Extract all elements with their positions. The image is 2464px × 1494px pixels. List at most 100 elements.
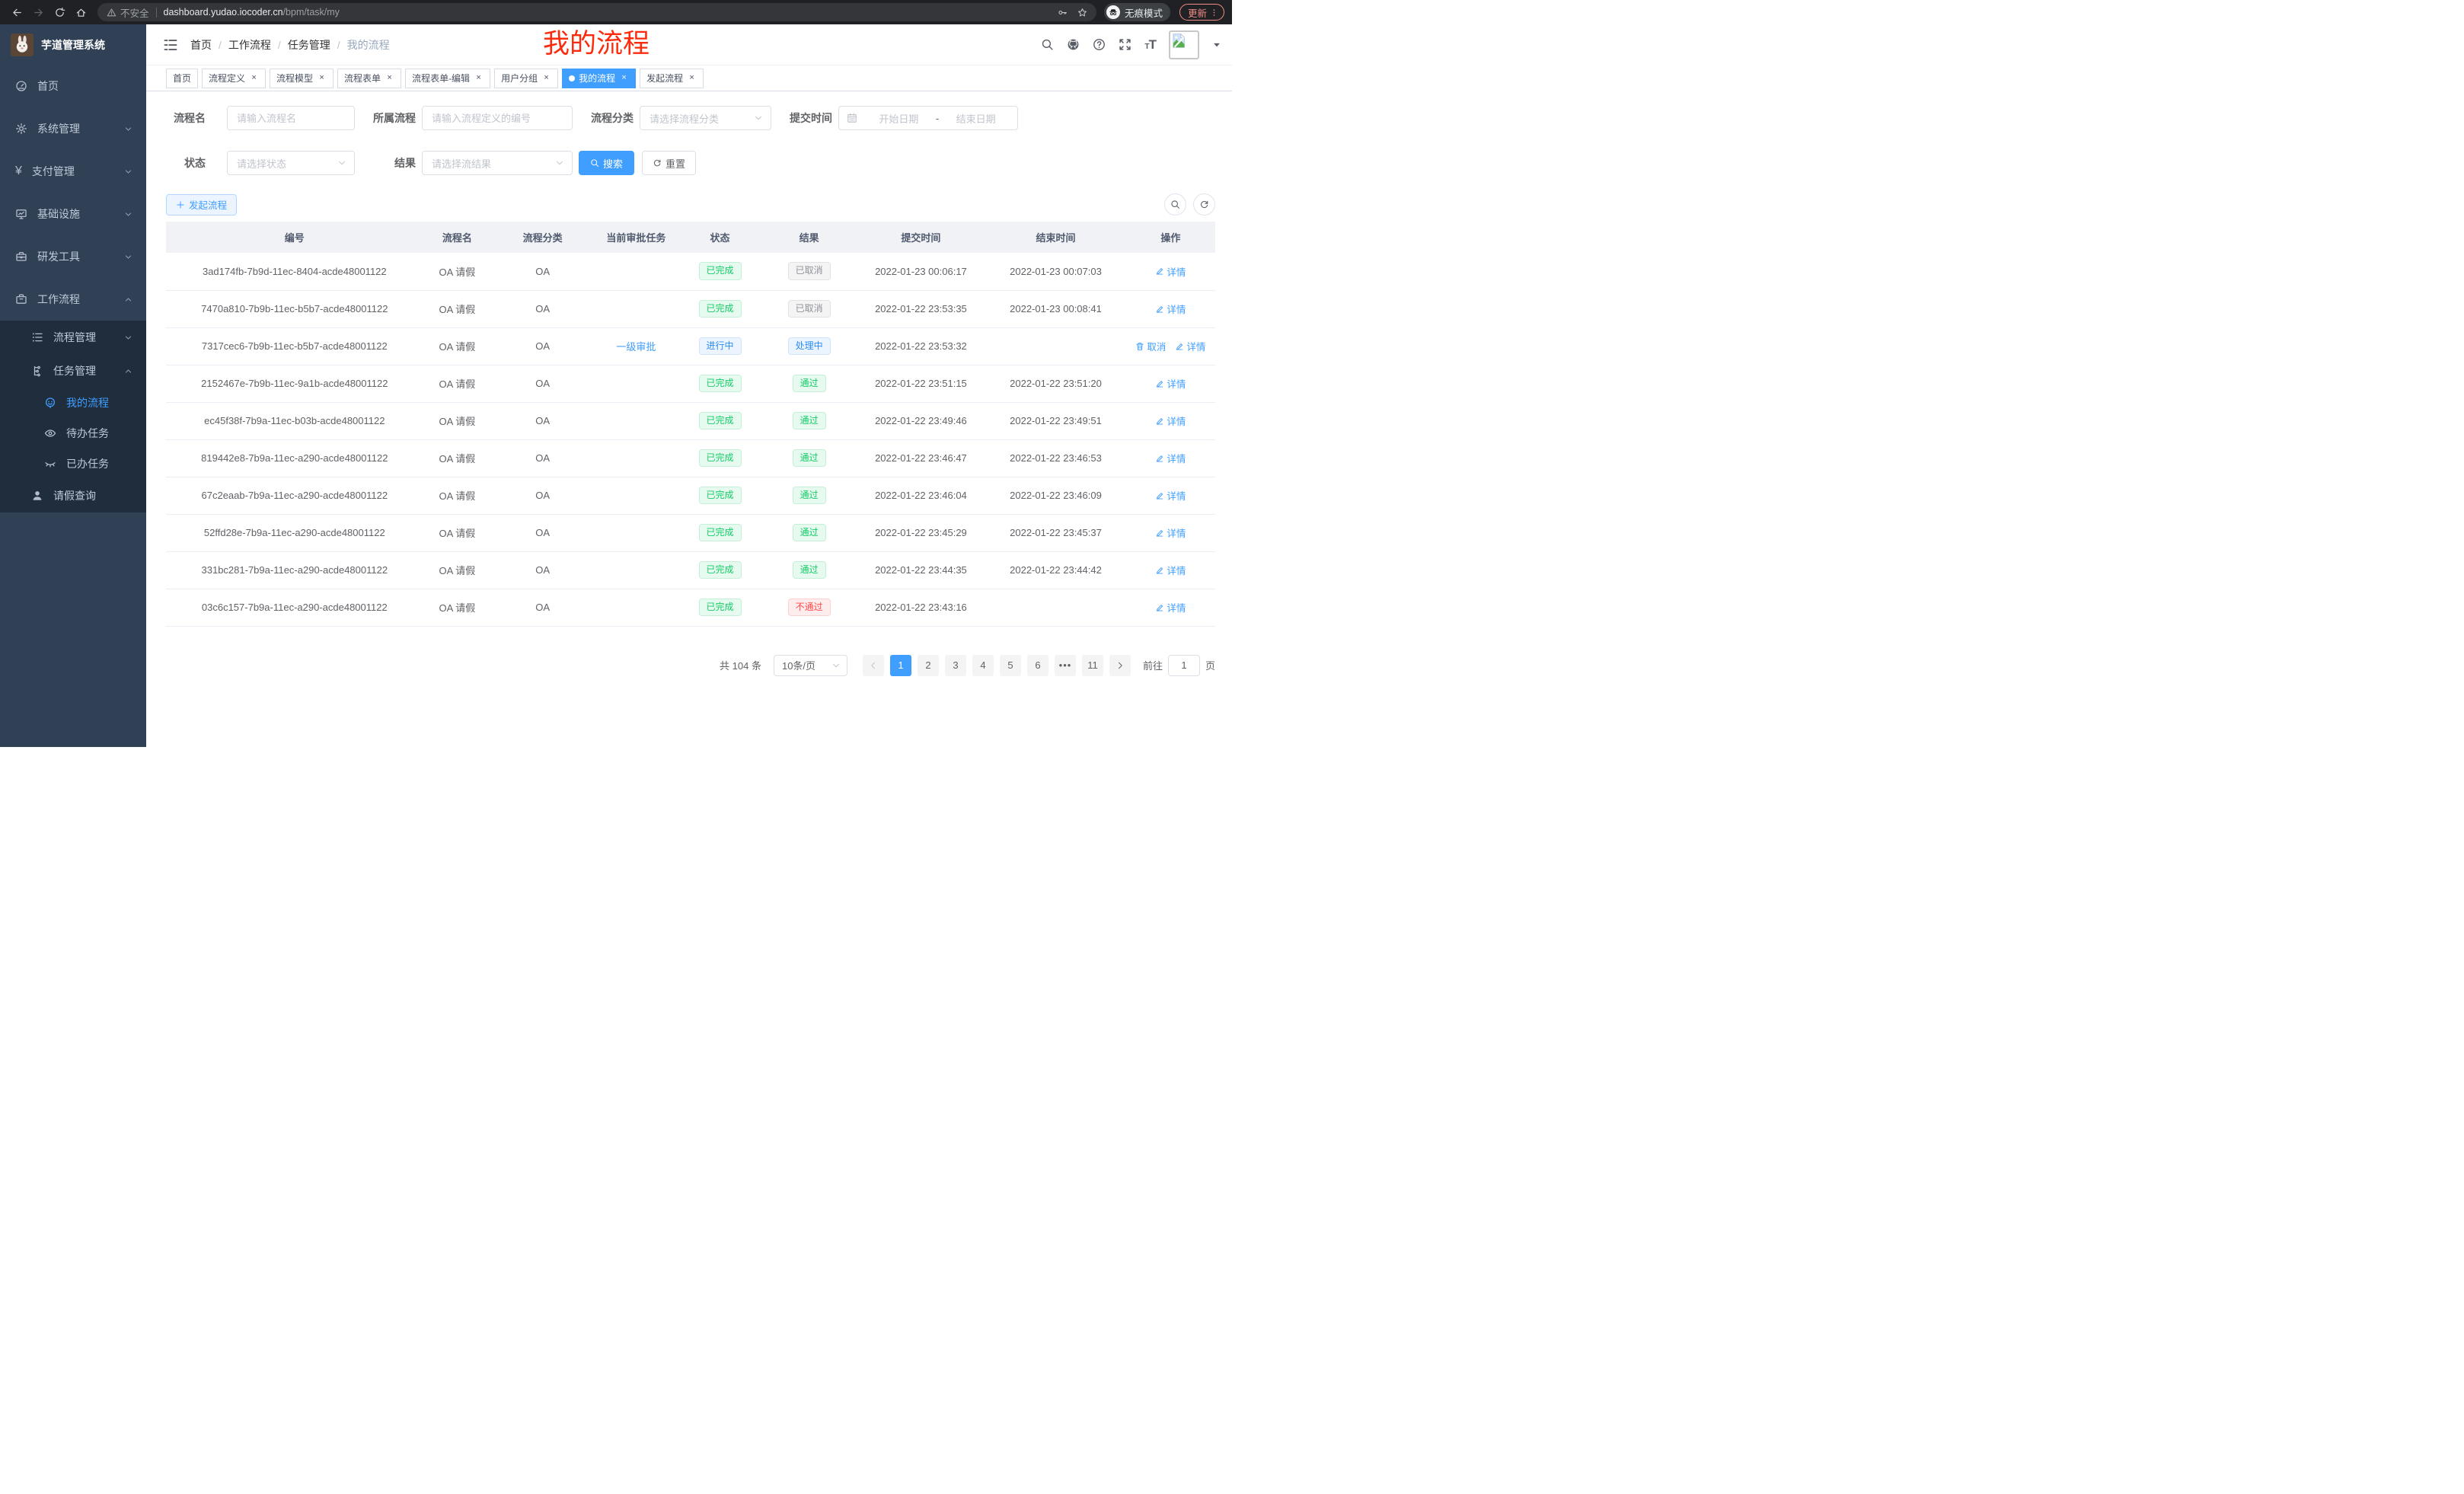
- tab-home[interactable]: 首页: [166, 69, 198, 88]
- tab-process-definition[interactable]: 流程定义×: [202, 69, 266, 88]
- sidebar-item-process-mgmt[interactable]: 流程管理: [0, 321, 146, 354]
- cell-result: 通过: [762, 477, 857, 514]
- page-ellipsis[interactable]: •••: [1055, 655, 1076, 676]
- app-logo[interactable]: 芋道管理系统: [0, 24, 146, 65]
- detail-action-link[interactable]: 详情: [1155, 525, 1186, 540]
- page-size-select[interactable]: 10条/页: [774, 655, 847, 676]
- address-bar[interactable]: 不安全 dashboard.yudao.iocoder.cn/bpm/task/…: [97, 3, 1096, 21]
- sidebar-item-leave-query[interactable]: 请假查询: [0, 479, 146, 512]
- detail-action-link[interactable]: 详情: [1155, 563, 1186, 577]
- status-badge: 已完成: [699, 524, 742, 542]
- detail-action-link[interactable]: 详情: [1155, 302, 1186, 316]
- create-process-button[interactable]: 发起流程: [166, 194, 237, 215]
- breadcrumb-item-workflow[interactable]: 工作流程: [228, 37, 271, 53]
- sidebar-item-dev-tools[interactable]: 研发工具: [0, 235, 146, 278]
- tab-close-icon[interactable]: ×: [687, 73, 697, 83]
- category-select[interactable]: 请选择流程分类: [640, 106, 771, 130]
- page-button-2[interactable]: 2: [918, 655, 939, 676]
- cell-status: 已完成: [678, 365, 761, 402]
- chevron-down-icon: [124, 168, 132, 176]
- avatar-caret-icon[interactable]: [1212, 40, 1221, 49]
- page-button-4[interactable]: 4: [972, 655, 994, 676]
- url-host: dashboard.yudao.iocoder.cn: [164, 7, 283, 18]
- github-icon[interactable]: [1067, 38, 1080, 51]
- search-button[interactable]: 搜索: [579, 151, 634, 175]
- detail-action-link[interactable]: 详情: [1155, 413, 1186, 428]
- sidebar-item-infrastructure[interactable]: 基础设施: [0, 193, 146, 235]
- tab-process-form-edit[interactable]: 流程表单-编辑×: [405, 69, 490, 88]
- tab-user-group[interactable]: 用户分组×: [494, 69, 558, 88]
- detail-action-link[interactable]: 详情: [1155, 264, 1186, 279]
- cell-actions: 详情: [1126, 290, 1215, 327]
- sidebar-item-task-mgmt[interactable]: 任务管理: [0, 354, 146, 388]
- browser-update-button[interactable]: 更新: [1179, 4, 1224, 21]
- cell-process-id: 7470a810-7b9b-11ec-b5b7-acde48001122: [166, 290, 423, 327]
- page-button-11[interactable]: 11: [1082, 655, 1103, 676]
- sidebar-item-done-tasks[interactable]: 已办任务: [0, 449, 146, 479]
- breadcrumb-item-home[interactable]: 首页: [190, 37, 212, 53]
- status-select[interactable]: 请选择状态: [227, 151, 355, 175]
- breadcrumb-separator: /: [337, 39, 340, 51]
- tab-process-form[interactable]: 流程表单×: [337, 69, 401, 88]
- sidebar-item-system[interactable]: 系统管理: [0, 107, 146, 150]
- browser-menu-dots-icon[interactable]: [1210, 8, 1218, 17]
- tab-close-icon[interactable]: ×: [317, 73, 327, 83]
- tab-label: 首页: [173, 72, 191, 85]
- tab-close-icon[interactable]: ×: [619, 73, 629, 83]
- sidebar-item-todo-tasks[interactable]: 待办任务: [0, 418, 146, 449]
- detail-action-link[interactable]: 详情: [1155, 451, 1186, 465]
- tab-close-icon[interactable]: ×: [474, 73, 484, 83]
- cell-status: 已完成: [678, 589, 761, 626]
- sidebar-toggle-icon[interactable]: [163, 37, 178, 53]
- prev-page-button[interactable]: [863, 655, 884, 676]
- goto-page-input[interactable]: [1168, 655, 1200, 676]
- reset-button[interactable]: 重置: [642, 151, 696, 175]
- sidebar-item-my-process[interactable]: 我的流程: [0, 388, 146, 418]
- browser-home-icon[interactable]: [72, 3, 90, 21]
- bookmark-star-icon[interactable]: [1077, 8, 1087, 18]
- cell-process-id: 52ffd28e-7b9a-11ec-a290-acde48001122: [166, 514, 423, 551]
- page-button-6[interactable]: 6: [1027, 655, 1048, 676]
- cell-process-name: OA 请假: [423, 551, 492, 589]
- goto-label: 前往: [1143, 658, 1163, 672]
- detail-action-link[interactable]: 详情: [1155, 488, 1186, 503]
- cancel-action-link[interactable]: 取消: [1135, 339, 1166, 353]
- result-select[interactable]: 请选择流结果: [422, 151, 573, 175]
- help-icon[interactable]: [1093, 38, 1106, 51]
- parent-process-input[interactable]: [422, 106, 573, 130]
- tab-start-process[interactable]: 发起流程×: [640, 69, 704, 88]
- tab-process-model[interactable]: 流程模型×: [270, 69, 334, 88]
- detail-action-link[interactable]: 详情: [1155, 376, 1186, 391]
- browser-reload-icon[interactable]: [50, 3, 69, 21]
- cell-result: 通过: [762, 439, 857, 477]
- table-search-button[interactable]: [1164, 193, 1186, 215]
- tab-close-icon[interactable]: ×: [249, 73, 259, 83]
- sidebar-item-home[interactable]: 首页: [0, 65, 146, 107]
- next-page-button[interactable]: [1109, 655, 1131, 676]
- tab-my-process[interactable]: 我的流程×: [562, 69, 636, 88]
- browser-forward-icon[interactable]: [29, 3, 47, 21]
- page-button-1[interactable]: 1: [890, 655, 911, 676]
- table-refresh-button[interactable]: [1193, 193, 1215, 215]
- font-size-icon[interactable]: TT: [1144, 38, 1156, 51]
- date-range-separator: -: [936, 113, 939, 124]
- sidebar-item-workflow[interactable]: 工作流程: [0, 278, 146, 321]
- breadcrumb-item-task-mgmt[interactable]: 任务管理: [288, 37, 330, 53]
- sidebar-item-payment[interactable]: ¥支付管理: [0, 150, 146, 193]
- current-task-link[interactable]: 一级审批: [616, 341, 656, 353]
- detail-action-link[interactable]: 详情: [1155, 600, 1186, 615]
- process-name-input[interactable]: [227, 106, 355, 130]
- submit-time-range-picker[interactable]: 开始日期 - 结束日期: [838, 106, 1018, 130]
- tab-close-icon[interactable]: ×: [385, 73, 394, 83]
- fullscreen-icon[interactable]: [1119, 38, 1131, 51]
- search-icon[interactable]: [1041, 38, 1054, 51]
- cell-process-id: 3ad174fb-7b9d-11ec-8404-acde48001122: [166, 253, 423, 290]
- detail-action-link[interactable]: 详情: [1175, 339, 1205, 353]
- page-button-5[interactable]: 5: [1000, 655, 1021, 676]
- page-button-3[interactable]: 3: [945, 655, 966, 676]
- browser-back-icon[interactable]: [8, 3, 26, 21]
- avatar[interactable]: [1169, 30, 1199, 59]
- tab-close-icon[interactable]: ×: [541, 73, 551, 83]
- column-header: 提交时间: [857, 222, 985, 253]
- password-key-icon[interactable]: [1058, 8, 1068, 18]
